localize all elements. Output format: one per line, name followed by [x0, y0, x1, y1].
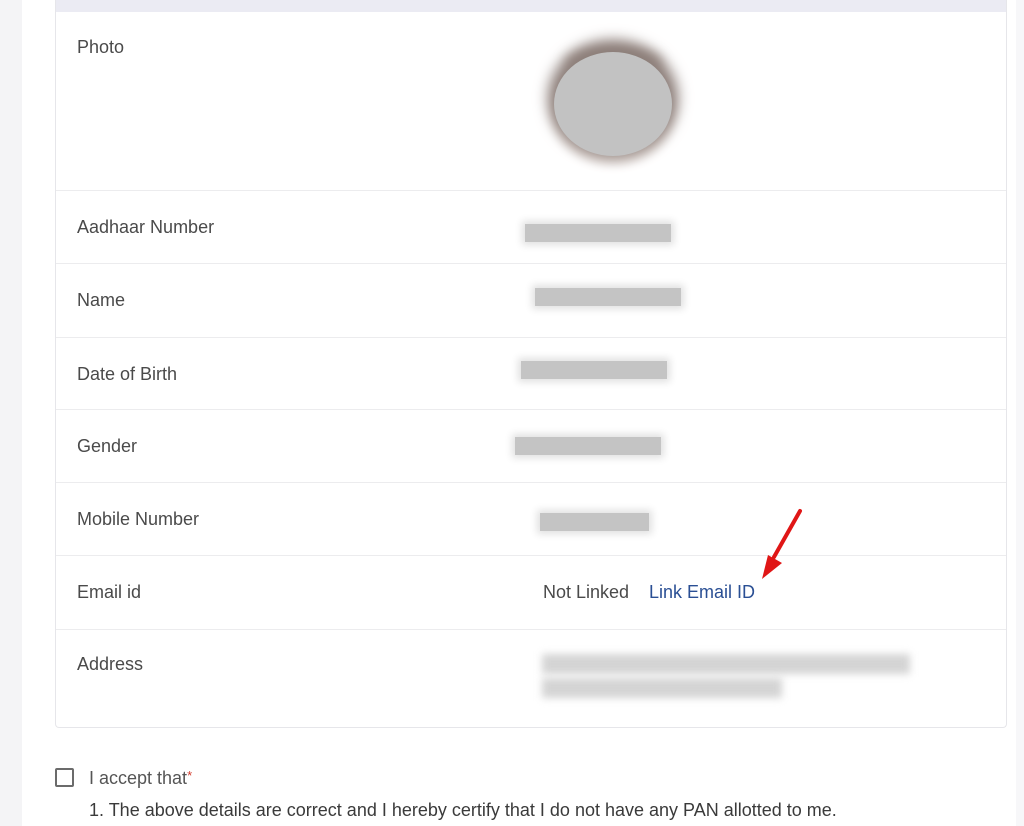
email-status: Not Linked — [543, 582, 630, 602]
consent-statement-1: 1. The above details are correct and I h… — [89, 800, 837, 820]
gender-value-redacted — [515, 437, 661, 455]
address-line1-redacted — [542, 654, 910, 674]
dob-value-redacted — [521, 361, 667, 379]
row-label-photo: Photo — [77, 37, 125, 57]
card-header-strip — [56, 0, 1006, 12]
row-name: Name — [56, 264, 1006, 338]
link-email-id-link[interactable]: Link Email ID — [649, 582, 755, 603]
row-address: Address — [56, 630, 1006, 728]
red-arrow-icon — [762, 509, 802, 579]
row-photo: Photo — [56, 12, 1006, 191]
mobile-value-redacted — [540, 513, 649, 531]
row-dob: Date of Birth — [56, 338, 1006, 410]
row-label-email: Email id — [77, 582, 142, 602]
address-line2-redacted — [542, 678, 782, 698]
row-aadhaar: Aadhaar Number — [56, 191, 1006, 264]
accept-checkbox[interactable] — [55, 768, 74, 787]
row-label-address: Address — [77, 654, 144, 674]
row-label-mobile: Mobile Number — [77, 509, 200, 529]
row-label-name: Name — [77, 290, 126, 310]
row-label-aadhaar: Aadhaar Number — [77, 217, 215, 237]
row-gender: Gender — [56, 410, 1006, 483]
page-right-rail — [1016, 0, 1024, 826]
name-value-redacted — [535, 288, 681, 306]
accept-label-text: I accept that — [89, 768, 188, 788]
aadhaar-value-redacted — [525, 224, 671, 242]
details-card: Photo Aadhaar Number Name Date of Birth … — [55, 0, 1007, 728]
accept-label: I accept that* — [89, 768, 192, 789]
row-label-gender: Gender — [77, 436, 138, 456]
row-mobile: Mobile Number — [56, 483, 1006, 556]
photo-redacted — [554, 52, 672, 156]
row-email: Email id Not Linked Link Email ID — [56, 556, 1006, 630]
required-marker: * — [187, 768, 193, 783]
page-left-rail — [0, 0, 22, 826]
row-label-dob: Date of Birth — [77, 364, 178, 384]
